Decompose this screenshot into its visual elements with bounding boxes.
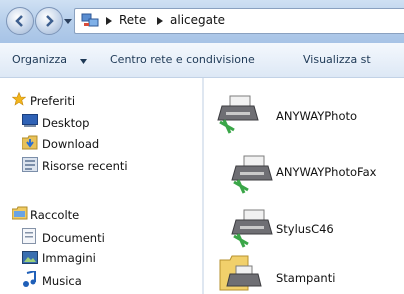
command-bar: Organizza Centro rete e condivisione Vis… xyxy=(0,43,404,78)
network-printer-icon[interactable] xyxy=(230,208,274,248)
network-sharing-center-button[interactable]: Centro rete e condivisione xyxy=(110,53,255,66)
chevron-down-icon xyxy=(80,59,87,64)
recent-places-icon xyxy=(22,157,38,172)
documents-icon xyxy=(22,228,36,244)
music-icon xyxy=(23,271,36,287)
nav-favorites[interactable]: Preferiti xyxy=(30,94,75,108)
nav-desktop[interactable]: Desktop xyxy=(42,116,89,130)
nav-music[interactable]: Musica xyxy=(42,274,82,288)
recent-pages-dropdown-icon[interactable] xyxy=(64,17,72,25)
nav-pictures[interactable]: Immagini xyxy=(42,251,96,265)
nav-documents[interactable]: Documenti xyxy=(42,231,105,245)
printers-folder-icon[interactable] xyxy=(218,252,262,292)
breadcrumb-separator-icon[interactable] xyxy=(157,17,163,25)
navigation-pane: Preferiti Desktop Download Risorse recen… xyxy=(0,78,202,294)
arrow-left-icon xyxy=(15,15,23,27)
back-button[interactable] xyxy=(6,7,34,35)
file-name[interactable]: Stampanti xyxy=(276,271,335,285)
network-printer-icon[interactable] xyxy=(230,154,274,194)
libraries-icon xyxy=(12,206,28,220)
file-name[interactable]: ANYWAYPhoto xyxy=(276,109,357,123)
network-icon xyxy=(81,13,99,27)
nav-libraries[interactable]: Raccolte xyxy=(30,208,79,222)
file-list: ANYWAYPhoto ANYWAYPhotoFax StylusC46 Sta… xyxy=(204,78,404,294)
breadcrumb-separator-icon[interactable] xyxy=(106,17,112,25)
nav-recent-places[interactable]: Risorse recenti xyxy=(42,159,128,173)
address-bar[interactable]: Rete alicegate xyxy=(74,8,404,34)
title-bar: Rete alicegate xyxy=(0,0,404,44)
nav-download[interactable]: Download xyxy=(42,137,99,151)
breadcrumb-alicegate[interactable]: alicegate xyxy=(170,13,225,27)
desktop-icon xyxy=(22,114,38,127)
star-icon xyxy=(12,92,26,106)
organize-button[interactable]: Organizza xyxy=(12,53,67,66)
file-name[interactable]: ANYWAYPhotoFax xyxy=(276,165,376,179)
arrow-right-icon xyxy=(46,15,54,27)
view-button[interactable]: Visualizza st xyxy=(303,53,371,66)
file-name[interactable]: StylusC46 xyxy=(276,222,334,236)
breadcrumb-rete[interactable]: Rete xyxy=(119,13,146,27)
download-folder-icon xyxy=(22,135,38,150)
forward-button[interactable] xyxy=(35,7,63,35)
pictures-icon xyxy=(22,251,38,264)
network-printer-icon[interactable] xyxy=(216,94,260,134)
